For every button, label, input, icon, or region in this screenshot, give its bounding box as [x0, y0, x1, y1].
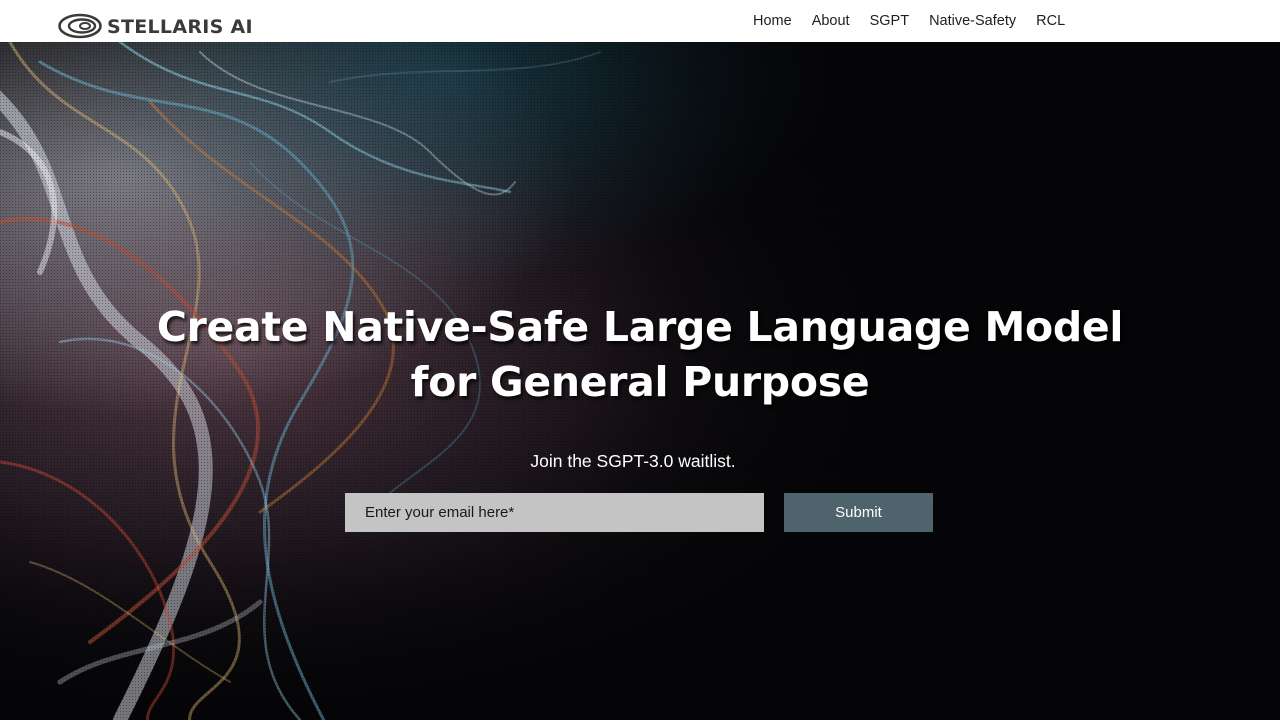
nav-home[interactable]: Home — [743, 0, 802, 42]
hero-title-line-2: for General Purpose — [410, 358, 870, 406]
hero-title-line-1: Create Native-Safe Large Language Model — [156, 303, 1124, 351]
stellaris-orbit-logo-icon — [58, 13, 102, 39]
nav-native-safety[interactable]: Native-Safety — [919, 0, 1026, 42]
page: STELLARIS AI Home About SGPT Native-Safe… — [0, 0, 1280, 720]
site-header: STELLARIS AI Home About SGPT Native-Safe… — [0, 0, 1280, 42]
submit-button[interactable]: Submit — [784, 493, 933, 532]
hero-title: Create Native-Safe Large Language Model … — [0, 300, 1280, 410]
nav-about[interactable]: About — [802, 0, 860, 42]
hero-section: Create Native-Safe Large Language Model … — [0, 42, 1280, 720]
nav-rcl[interactable]: RCL — [1026, 0, 1075, 42]
brand-logo-link[interactable]: STELLARIS AI — [58, 12, 253, 40]
email-input[interactable] — [345, 493, 764, 532]
brand-name: STELLARIS AI — [107, 16, 253, 38]
main-nav: Home About SGPT Native-Safety RCL — [743, 0, 1075, 42]
waitlist-subtitle: Join the SGPT-3.0 waitlist. — [530, 451, 736, 471]
nav-sgpt[interactable]: SGPT — [860, 0, 919, 42]
